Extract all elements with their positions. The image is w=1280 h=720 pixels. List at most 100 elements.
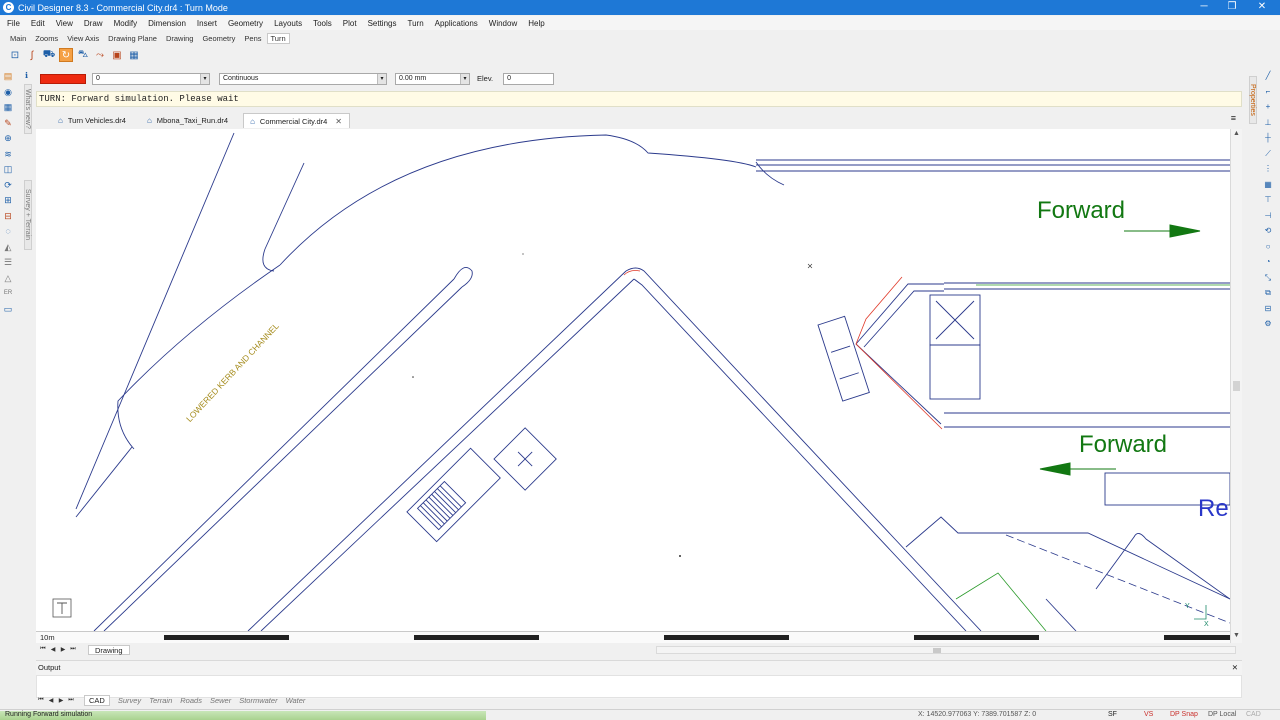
- next-app-icon[interactable]: ▶: [56, 697, 66, 704]
- profile-icon[interactable]: ◫: [2, 163, 14, 175]
- ribbon-tab-geometry[interactable]: Geometry: [202, 34, 235, 43]
- status-flag-dp-snap[interactable]: DP Snap: [1170, 710, 1198, 720]
- pipe-icon[interactable]: ⊞: [2, 194, 14, 206]
- layout-tab-drawing[interactable]: Drawing: [88, 644, 130, 655]
- menu-turn[interactable]: Turn: [407, 19, 423, 28]
- report-icon[interactable]: ☰: [2, 256, 14, 268]
- menu-insert[interactable]: Insert: [197, 19, 217, 28]
- globe-icon[interactable]: ◉: [2, 86, 14, 98]
- node-icon[interactable]: ┼: [1262, 132, 1274, 144]
- table-icon[interactable]: ▦: [127, 48, 141, 62]
- layers-icon[interactable]: ▤: [2, 70, 14, 82]
- template-icon[interactable]: ▣: [110, 48, 124, 62]
- elev-input[interactable]: 0: [503, 72, 555, 85]
- menu-edit[interactable]: Edit: [31, 19, 45, 28]
- vertical-scrollbar[interactable]: ▲ ▼: [1230, 129, 1242, 643]
- menu-draw[interactable]: Draw: [84, 19, 103, 28]
- scroll-thumb[interactable]: [1233, 381, 1240, 391]
- tab-list-icon[interactable]: ≡: [1231, 113, 1236, 123]
- menu-layouts[interactable]: Layouts: [274, 19, 302, 28]
- ribbon-tab-main[interactable]: Main: [10, 34, 26, 43]
- restore-button[interactable]: ❐: [1216, 0, 1248, 15]
- app-tab-cad[interactable]: CAD: [84, 694, 110, 706]
- perpendicular-icon[interactable]: ⊤: [1262, 194, 1274, 206]
- menu-geometry[interactable]: Geometry: [228, 19, 263, 28]
- layer-dropdown[interactable]: 0 ▾: [92, 72, 210, 85]
- first-layout-icon[interactable]: ⏮: [38, 646, 48, 653]
- route-icon[interactable]: ⤳: [93, 48, 107, 62]
- sewer-icon[interactable]: ⊟: [2, 210, 14, 222]
- app-tab-sewer[interactable]: Sewer: [210, 696, 231, 705]
- menu-help[interactable]: Help: [528, 19, 544, 28]
- water-icon[interactable]: ◌: [2, 225, 14, 237]
- status-flag-cad[interactable]: CAD: [1246, 710, 1261, 720]
- whats-new-tab[interactable]: What's new?: [24, 84, 32, 134]
- hscroll-thumb[interactable]: [933, 648, 941, 653]
- app-tab-terrain[interactable]: Terrain: [149, 696, 172, 705]
- drawing-canvas[interactable]: Forward Forward Re LOWERED KERB AND CHAN…: [36, 129, 1230, 631]
- triangle-icon[interactable]: △: [2, 272, 14, 284]
- measure-icon[interactable]: ⤡: [1262, 272, 1274, 284]
- close-output-icon[interactable]: ✕: [1232, 661, 1238, 674]
- er-icon[interactable]: ER: [2, 287, 14, 299]
- survey-terrain-tab[interactable]: Survey + Terrain: [24, 180, 32, 250]
- prev-layout-icon[interactable]: ◀: [48, 646, 58, 653]
- ribbon-tab-pens[interactable]: Pens: [244, 34, 261, 43]
- app-tab-stormwater[interactable]: Stormwater: [239, 696, 277, 705]
- pen-color-swatch[interactable]: [40, 73, 86, 84]
- menu-applications[interactable]: Applications: [435, 19, 478, 28]
- copy-icon[interactable]: ⧉: [1262, 287, 1274, 299]
- app-tab-water[interactable]: Water: [286, 696, 306, 705]
- last-app-icon[interactable]: ⏭: [66, 697, 76, 704]
- monitor-icon[interactable]: ▭: [2, 303, 14, 315]
- rotate-icon[interactable]: ⟲: [1262, 225, 1274, 237]
- point-icon[interactable]: +: [1262, 101, 1274, 113]
- doc-tab-mbona-taxi-run[interactable]: ⌂ Mbona_Taxi_Run.dr4: [141, 113, 235, 128]
- close-tab-icon[interactable]: ✕: [335, 117, 342, 126]
- menu-modify[interactable]: Modify: [114, 19, 138, 28]
- command-line[interactable]: TURN: Forward simulation. Please wait: [36, 91, 1242, 107]
- vehicle-icon[interactable]: ⛍: [76, 48, 90, 62]
- pen-icon[interactable]: ✎: [2, 117, 14, 129]
- curve-icon[interactable]: ∫: [25, 48, 39, 62]
- menu-dimension[interactable]: Dimension: [148, 19, 186, 28]
- arc-icon[interactable]: ◔: [1262, 256, 1274, 268]
- ribbon-tab-zooms[interactable]: Zooms: [35, 34, 58, 43]
- menu-plot[interactable]: Plot: [343, 19, 357, 28]
- prev-app-icon[interactable]: ◀: [46, 697, 56, 704]
- menu-tools[interactable]: Tools: [313, 19, 332, 28]
- doc-tab-commercial-city[interactable]: ⌂ Commercial City.dr4 ✕: [243, 113, 350, 128]
- app-tab-roads[interactable]: Roads: [180, 696, 202, 705]
- vehicle-edit-icon[interactable]: ⛟: [42, 48, 56, 62]
- scroll-up-icon[interactable]: ▲: [1231, 129, 1242, 139]
- first-app-icon[interactable]: ⏮: [36, 697, 46, 704]
- doc-tab-turn-vehicles[interactable]: ⌂ Turn Vehicles.dr4: [52, 113, 133, 128]
- terrain-icon[interactable]: ◭: [2, 241, 14, 253]
- last-layout-icon[interactable]: ⏭: [68, 646, 78, 653]
- status-flag-vs[interactable]: VS: [1144, 710, 1153, 720]
- ribbon-tab-drawing-plane[interactable]: Drawing Plane: [108, 34, 157, 43]
- properties-tab[interactable]: Properties: [1249, 76, 1257, 124]
- tangent-icon[interactable]: ⊣: [1262, 210, 1274, 222]
- horizontal-scrollbar[interactable]: [656, 646, 1236, 654]
- app-tab-survey[interactable]: Survey: [118, 696, 141, 705]
- menu-file[interactable]: File: [7, 19, 20, 28]
- status-flag-dp-local[interactable]: DP Local: [1208, 710, 1236, 720]
- menu-settings[interactable]: Settings: [368, 19, 397, 28]
- pen-width-dropdown[interactable]: 0.00 mm ▾: [395, 72, 470, 85]
- trim-icon[interactable]: ⟋: [1262, 148, 1274, 160]
- ribbon-tab-drawing[interactable]: Drawing: [166, 34, 194, 43]
- block-icon[interactable]: ⊟: [1262, 303, 1274, 315]
- ribbon-tab-view-axis[interactable]: View Axis: [67, 34, 99, 43]
- select-icon[interactable]: ⊡: [8, 48, 22, 62]
- close-button[interactable]: ✕: [1246, 0, 1278, 15]
- grid-icon[interactable]: ▦: [2, 101, 14, 113]
- line-icon[interactable]: ╱: [1262, 70, 1274, 82]
- next-layout-icon[interactable]: ▶: [58, 646, 68, 653]
- info-icon[interactable]: ℹ: [21, 70, 32, 81]
- turn-mode-icon[interactable]: ↻: [59, 48, 73, 62]
- circle-icon[interactable]: ○: [1262, 241, 1274, 253]
- survey-icon[interactable]: ⊕: [2, 132, 14, 144]
- road-icon[interactable]: ≋: [2, 148, 14, 160]
- offset-icon[interactable]: ⊥: [1262, 117, 1274, 129]
